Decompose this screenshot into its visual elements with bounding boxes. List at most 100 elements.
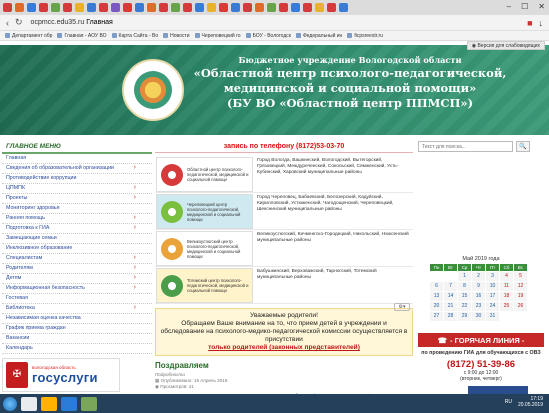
calendar-day[interactable]: 17: [486, 292, 499, 301]
article-settings-gear-icon[interactable]: ⚙▾: [394, 303, 410, 311]
bookmark-item[interactable]: Карта Сайта - Во: [111, 33, 158, 39]
maximize-icon[interactable]: ☐: [521, 2, 528, 11]
calendar-day[interactable]: 12: [514, 282, 527, 291]
menu-item[interactable]: Инклюзивное образование: [2, 244, 152, 254]
tab-favicon-icon[interactable]: [327, 3, 336, 12]
start-button-icon[interactable]: [3, 396, 17, 411]
calendar-day[interactable]: 28: [444, 312, 457, 321]
calendar-day[interactable]: 7: [444, 282, 457, 291]
menu-item[interactable]: Детям: [2, 274, 152, 284]
tab-favicon-icon[interactable]: [219, 3, 228, 12]
calendar-day[interactable]: 11: [500, 282, 513, 291]
calendar-day[interactable]: 15: [458, 292, 471, 301]
search-input[interactable]: [418, 141, 513, 152]
bookmark-item[interactable]: Департамент обр: [5, 33, 52, 39]
tab-favicon-icon[interactable]: [159, 3, 168, 12]
calendar-day[interactable]: 8: [458, 282, 471, 291]
center-logo[interactable]: [122, 59, 184, 121]
tab-favicon-icon[interactable]: [3, 3, 12, 12]
explorer-icon[interactable]: [41, 396, 57, 411]
menu-item[interactable]: Ранняя помощь: [2, 214, 152, 224]
region-center-logo[interactable]: Областной центр психолого-педагогической…: [156, 157, 253, 192]
tab-favicon-icon[interactable]: [39, 3, 48, 12]
minimize-icon[interactable]: –: [507, 2, 511, 11]
tab-favicon-icon[interactable]: [87, 3, 96, 12]
calendar-day[interactable]: 14: [444, 292, 457, 301]
menu-item[interactable]: Противодействие коррупции: [2, 174, 152, 184]
close-icon[interactable]: ✕: [538, 2, 545, 11]
calendar-day[interactable]: 23: [472, 302, 485, 311]
calendar-day[interactable]: 30: [472, 312, 485, 321]
calendar-day[interactable]: 31: [486, 312, 499, 321]
yandex-icon[interactable]: [21, 396, 37, 411]
tab-favicon-icon[interactable]: [123, 3, 132, 12]
calendar-day[interactable]: 20: [430, 302, 443, 311]
reload-icon[interactable]: ↻: [15, 17, 23, 28]
tab-favicon-icon[interactable]: [27, 3, 36, 12]
bookmark-item[interactable]: БОУ - Вологодск: [245, 33, 291, 39]
search-button[interactable]: 🔍: [516, 141, 530, 152]
menu-item[interactable]: ЦПМПК: [2, 184, 152, 194]
tab-favicon-icon[interactable]: [231, 3, 240, 12]
calendar-day[interactable]: 24: [486, 302, 499, 311]
menu-item[interactable]: Родителям: [2, 264, 152, 274]
app-icon[interactable]: [81, 396, 97, 411]
hotline-banner[interactable]: ☎ - ГОРЯЧАЯ ЛИНИЯ -: [418, 333, 544, 347]
calendar-day[interactable]: 3: [486, 272, 499, 281]
notice-emphasis[interactable]: только родителей (законных представителе…: [160, 344, 408, 352]
tab-favicon-icon[interactable]: [315, 3, 324, 12]
calendar-day[interactable]: 29: [458, 312, 471, 321]
menu-item[interactable]: График приема граждан: [2, 324, 152, 334]
calendar-day[interactable]: 27: [430, 312, 443, 321]
bookmark-item[interactable]: Новости: [163, 33, 190, 39]
calendar-day[interactable]: 10: [486, 282, 499, 291]
menu-item[interactable]: Независимая оценка качества: [2, 314, 152, 324]
menu-item[interactable]: Библиотека: [2, 304, 152, 314]
back-icon[interactable]: ‹: [6, 18, 9, 28]
calendar-day[interactable]: 2: [472, 272, 485, 281]
bookmark-item[interactable]: Череповецкий го: [194, 33, 241, 39]
calendar-day[interactable]: 16: [472, 292, 485, 301]
menu-item[interactable]: Замещающие семьи: [2, 234, 152, 244]
tab-favicon-icon[interactable]: [339, 3, 348, 12]
tab-favicon-icon[interactable]: [183, 3, 192, 12]
calendar-day[interactable]: 1: [458, 272, 471, 281]
clock[interactable]: 17:19 20.05.2019: [518, 396, 543, 408]
tab-favicon-icon[interactable]: [51, 3, 60, 12]
tab-favicon-icon[interactable]: [99, 3, 108, 12]
calendar-day[interactable]: 5: [514, 272, 527, 281]
calendar-day[interactable]: 18: [500, 292, 513, 301]
menu-item[interactable]: Гостевая: [2, 294, 152, 304]
calendar-day[interactable]: 13: [430, 292, 443, 301]
menu-item[interactable]: Информационная безопасность: [2, 284, 152, 294]
tab-favicon-icon[interactable]: [303, 3, 312, 12]
tab-favicon-icon[interactable]: [267, 3, 276, 12]
low-vision-link[interactable]: ◉ Версия для слабовидящих: [466, 41, 545, 50]
menu-item[interactable]: Главная: [2, 154, 152, 164]
word-icon[interactable]: [61, 396, 77, 411]
url-field[interactable]: ocpmcc.edu35.ru Главная: [31, 19, 113, 26]
calendar-day[interactable]: 22: [458, 302, 471, 311]
tab-favicon-icon[interactable]: [279, 3, 288, 12]
downloads-icon[interactable]: ↓: [539, 18, 544, 28]
tab-favicon-icon[interactable]: [255, 3, 264, 12]
calendar-day[interactable]: 19: [514, 292, 527, 301]
calendar-day[interactable]: 25: [500, 302, 513, 311]
calendar-day[interactable]: 26: [514, 302, 527, 311]
language-indicator[interactable]: RU: [505, 399, 512, 405]
bookmark-item[interactable]: ficpsreestr.ru: [347, 33, 383, 39]
menu-item[interactable]: Проекты: [2, 194, 152, 204]
calendar-day[interactable]: 9: [472, 282, 485, 291]
tab-favicon-icon[interactable]: [171, 3, 180, 12]
gosuslugi-banner[interactable]: ✠ вологодская область госуслуги: [2, 358, 120, 392]
region-center-logo[interactable]: Тотемский центр психолого-педагогической…: [156, 268, 253, 303]
menu-item[interactable]: Календарь: [2, 344, 152, 354]
calendar-day[interactable]: 21: [444, 302, 457, 311]
tab-favicon-icon[interactable]: [63, 3, 72, 12]
tab-favicon-icon[interactable]: [243, 3, 252, 12]
bookmark-star-icon[interactable]: ■: [527, 18, 532, 28]
menu-item[interactable]: Специалистам: [2, 254, 152, 264]
tab-favicon-icon[interactable]: [135, 3, 144, 12]
menu-item[interactable]: Подготовка к ГИА: [2, 224, 152, 234]
tab-favicon-icon[interactable]: [291, 3, 300, 12]
